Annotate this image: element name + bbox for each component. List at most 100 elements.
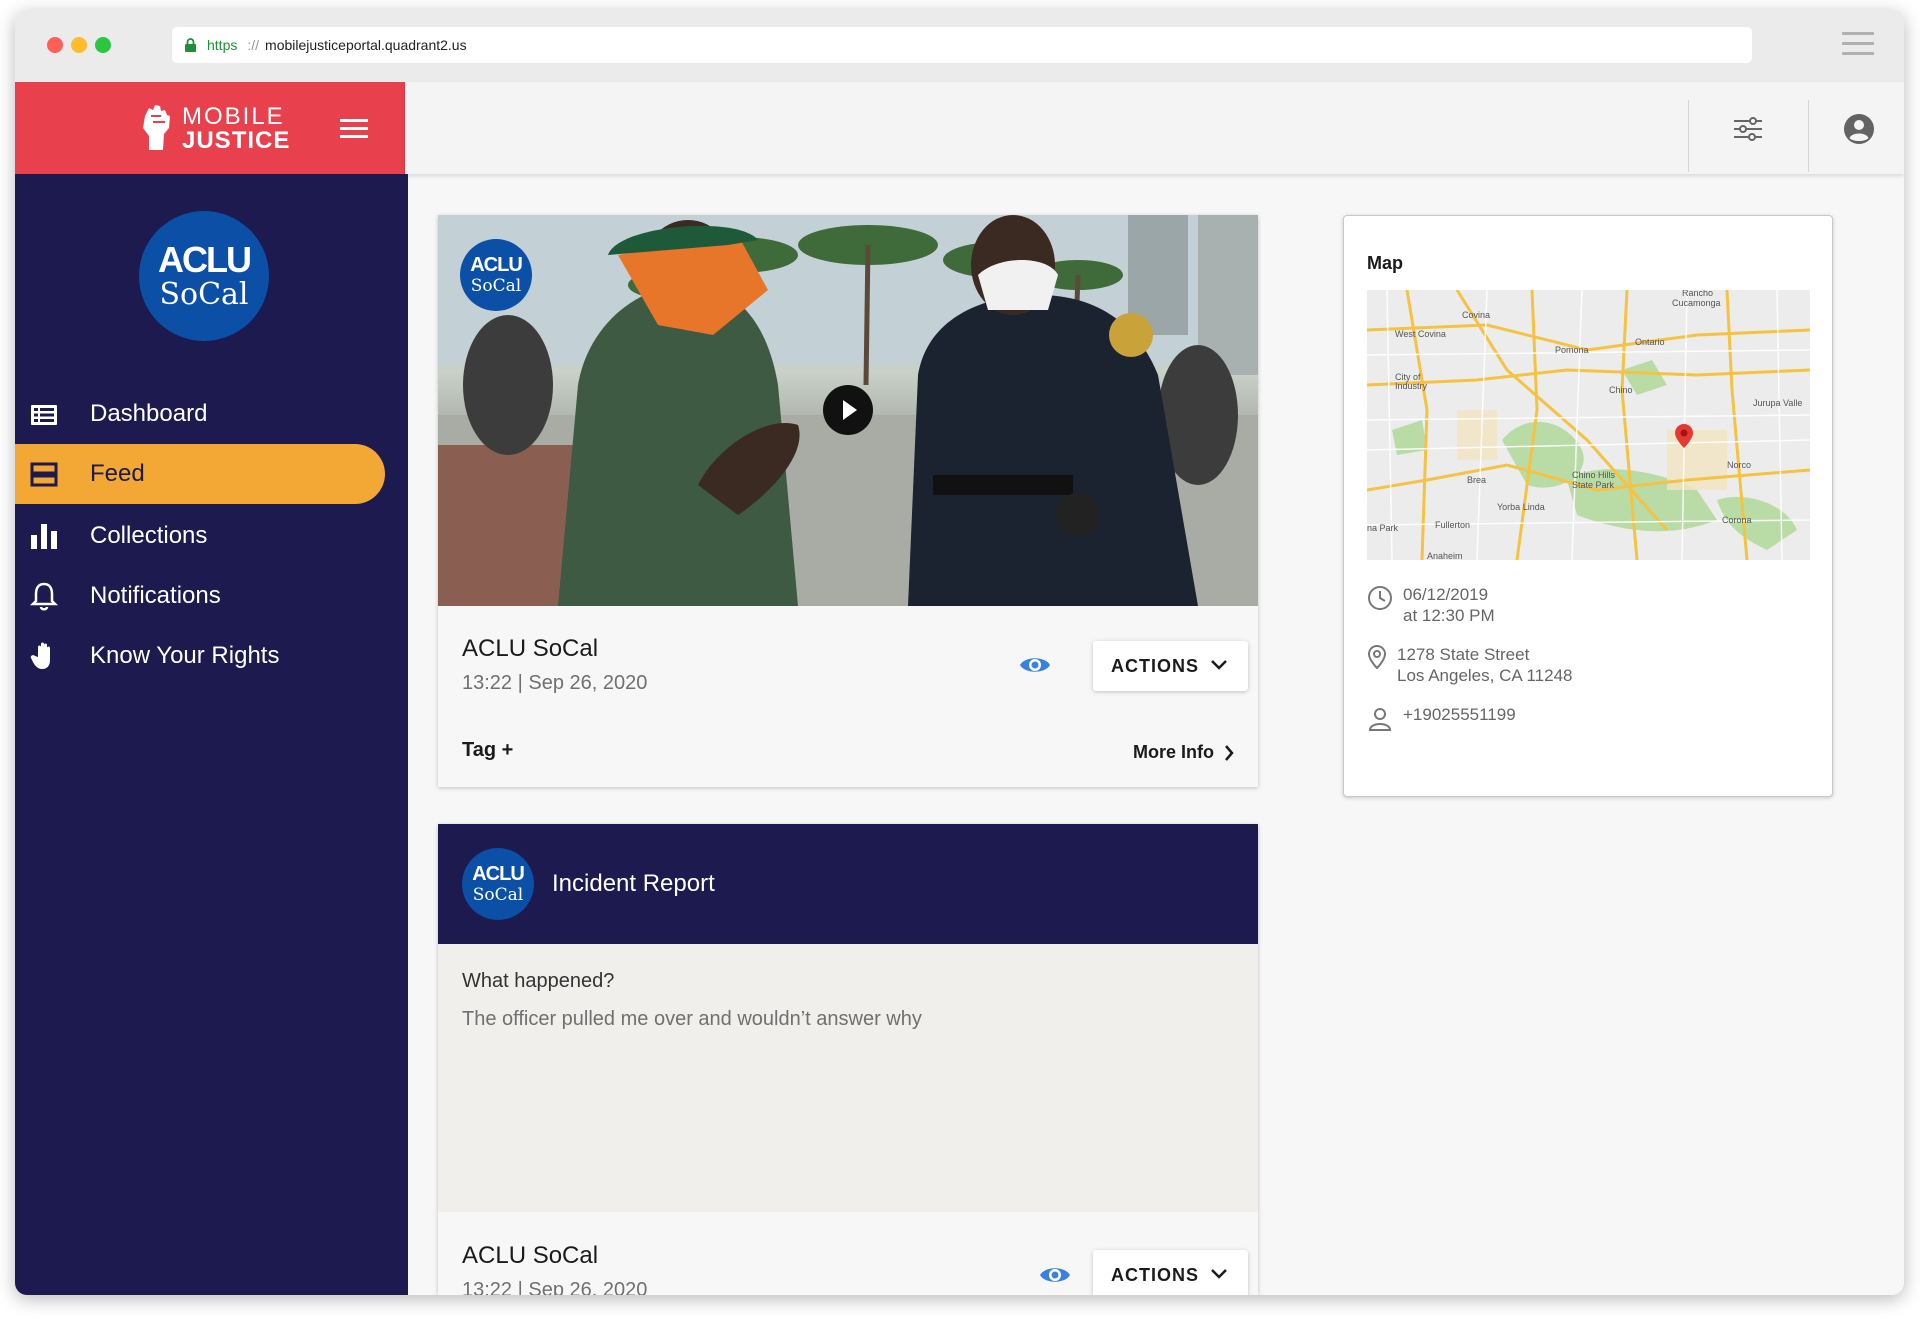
question-answer: The officer pulled me over and wouldn’t … (462, 1008, 922, 1030)
url-separator: :// (247, 37, 260, 53)
svg-text:Norco: Norco (1727, 460, 1751, 470)
brand-line-2: JUSTICE (182, 127, 291, 154)
lock-icon (185, 38, 196, 52)
more-info-link[interactable]: More Info (1133, 742, 1234, 763)
svg-text:Fullerton: Fullerton (1435, 520, 1470, 530)
clock-icon (1368, 586, 1392, 610)
sidebar-item-notifications[interactable]: Notifications (15, 566, 408, 626)
url-host: mobilejusticeportal.quadrant2.us (265, 37, 467, 53)
post-author-name: ACLU SoCal (462, 1242, 599, 1269)
bar-chart-icon (31, 524, 57, 549)
play-icon[interactable] (823, 385, 873, 435)
phone-number: +19025551199 (1403, 705, 1516, 724)
bell-icon (29, 582, 59, 611)
feed-icon (30, 462, 58, 487)
sidebar-item-label: Dashboard (90, 400, 208, 427)
chevron-right-icon (1225, 744, 1234, 761)
logo-line-1: ACLU (472, 863, 525, 885)
map-panel: Map Rancho Cucamonga Covina West Covina … (1343, 215, 1833, 797)
brand-wordmark[interactable]: MOBILE JUSTICE (182, 105, 290, 153)
incident-report-title: Incident Report (552, 870, 715, 897)
location-map[interactable]: Rancho Cucamonga Covina West Covina Pomon… (1367, 290, 1810, 560)
location-pin-icon (1675, 424, 1693, 448)
person-icon (1368, 708, 1392, 731)
address-line-1: 1278 State Street (1397, 645, 1530, 664)
actions-dropdown-button[interactable]: ACTIONS (1093, 641, 1248, 691)
filter-sliders-icon[interactable] (1733, 114, 1763, 144)
svg-text:Yorba Linda: Yorba Linda (1497, 502, 1545, 512)
post-author-name: ACLU SoCal (462, 635, 599, 662)
incident-header: ACLU SoCal Incident Report (438, 824, 1258, 944)
logo-line-2: SoCal (472, 885, 524, 905)
svg-text:Industry: Industry (1395, 381, 1428, 391)
svg-text:Jurupa Valle: Jurupa Valle (1753, 398, 1802, 408)
maximize-window-button[interactable] (95, 37, 111, 53)
actions-dropdown-button[interactable]: ACTIONS (1093, 1250, 1248, 1295)
eye-icon[interactable] (1019, 654, 1051, 676)
actions-label: ACTIONS (1111, 1264, 1199, 1285)
address-bar[interactable]: https :// mobilejusticeportal.quadrant2.… (172, 27, 1752, 63)
chevron-down-icon (1211, 1269, 1227, 1279)
post-timestamp: 13:22 | Sep 26, 2020 (462, 672, 648, 694)
svg-text:Cucamonga: Cucamonga (1672, 298, 1721, 308)
question-label: What happened? (462, 970, 615, 992)
logo-line-2: SoCal (159, 277, 249, 312)
more-info-label: More Info (1133, 742, 1214, 762)
incident-body: What happened? The officer pulled me ove… (438, 944, 1258, 1212)
map-tiles: RanchoCucamonga Covina West Covina Pomon… (1367, 290, 1810, 560)
post-author-avatar: ACLU SoCal (462, 848, 534, 920)
incident-time: at 12:30 PM (1403, 606, 1495, 625)
logo-line-1: ACLU (158, 239, 252, 280)
browser-menu-icon[interactable] (1842, 32, 1874, 58)
sidebar-item-label: Collections (90, 522, 208, 549)
sidebar-item-dashboard[interactable]: Dashboard (15, 384, 408, 444)
logo-line-2: SoCal (470, 276, 522, 296)
toolbar-divider (1808, 100, 1809, 172)
actions-label: ACTIONS (1111, 655, 1199, 676)
brand-line-1: MOBILE (182, 103, 285, 130)
toolbar-divider (1688, 100, 1689, 172)
svg-text:State Park: State Park (1572, 480, 1615, 490)
dashboard-icon (31, 405, 57, 425)
top-app-bar (405, 82, 1904, 174)
svg-text:Chino Hills: Chino Hills (1572, 470, 1616, 480)
map-panel-title: Map (1367, 253, 1403, 273)
eye-icon[interactable] (1039, 1264, 1071, 1286)
sidebar-item-label: Notifications (90, 582, 221, 609)
feed-media-post[interactable]: ACLU SoCal ACLU SoCal 13:22 | Sep 26, 20… (438, 215, 1258, 787)
sidebar-item-feed[interactable]: Feed (15, 444, 385, 504)
minimize-window-button[interactable] (71, 37, 87, 53)
close-window-button[interactable] (47, 37, 63, 53)
svg-text:na Park: na Park (1367, 523, 1399, 533)
svg-text:Chino: Chino (1609, 385, 1633, 395)
add-tag-link[interactable]: Tag + (462, 739, 513, 762)
browser-chrome: https :// mobilejusticeportal.quadrant2.… (15, 10, 1904, 82)
feed-incident-post[interactable]: ACLU SoCal Incident Report What happened… (438, 824, 1258, 1295)
sidebar-item-collections[interactable]: Collections (15, 506, 408, 566)
svg-text:Brea: Brea (1467, 475, 1486, 485)
browser-window: https :// mobilejusticeportal.quadrant2.… (15, 10, 1904, 1295)
svg-text:Pomona: Pomona (1555, 345, 1589, 355)
svg-text:Ontario: Ontario (1635, 337, 1665, 347)
sidebar-item-know-your-rights[interactable]: Know Your Rights (15, 626, 408, 686)
raised-fist-icon (143, 105, 170, 150)
hamburger-menu-icon[interactable] (340, 119, 368, 139)
sidebar-nav: Dashboard Feed Collections Notifications… (15, 384, 408, 686)
logo-line-1: ACLU (470, 254, 523, 276)
incident-address: 1278 State Street Los Angeles, CA 11248 (1367, 644, 1573, 686)
incident-phone: +19025551199 (1367, 704, 1516, 731)
post-author-avatar: ACLU SoCal (460, 239, 532, 311)
brand-header: MOBILE JUSTICE (15, 82, 405, 174)
incident-datetime: 06/12/2019 at 12:30 PM (1367, 584, 1495, 626)
sidebar-item-label: Feed (90, 460, 145, 487)
account-circle-icon[interactable] (1843, 113, 1875, 145)
url-scheme: https (207, 37, 238, 53)
svg-text:West Covina: West Covina (1395, 329, 1446, 339)
svg-text:Anaheim: Anaheim (1427, 551, 1463, 560)
sidebar-item-label: Know Your Rights (90, 642, 280, 669)
post-video-thumbnail[interactable]: ACLU SoCal (438, 215, 1258, 606)
svg-text:Corona: Corona (1722, 515, 1752, 525)
svg-text:Rancho: Rancho (1682, 290, 1713, 298)
post-timestamp: 13:22 | Sep 26, 2020 (462, 1279, 648, 1295)
map-marker-icon (1367, 645, 1387, 669)
